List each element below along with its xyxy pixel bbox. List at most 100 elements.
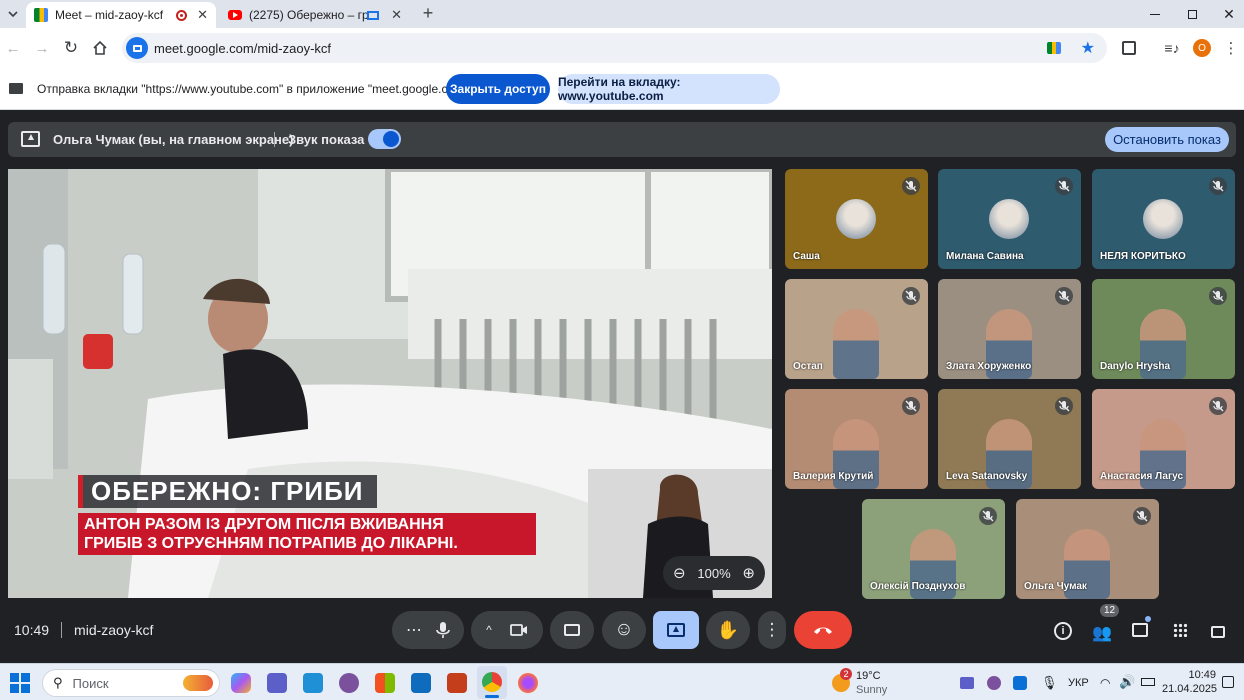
teams-icon[interactable] (267, 673, 287, 693)
notifications-icon[interactable] (1222, 676, 1234, 688)
participant-video-figure (833, 309, 879, 379)
clock-time: 10:49 (1188, 669, 1216, 681)
plus-icon: + (422, 3, 434, 23)
chrome-taskbar-button[interactable] (477, 666, 507, 699)
leave-call-button[interactable] (794, 611, 852, 649)
tray-mic-icon[interactable]: 🎙 (1041, 675, 1058, 691)
captions-button[interactable] (550, 611, 594, 649)
volume-icon[interactable]: 🔊 (1119, 674, 1135, 690)
participant-tile[interactable]: Злата Хоруженко (938, 279, 1081, 379)
camera-button[interactable]: ^ (471, 611, 543, 649)
more-mic-options-button[interactable]: ⋯ (392, 611, 464, 649)
tray-defender-icon[interactable] (1013, 676, 1027, 690)
participant-tile[interactable]: НЕЛЯ КОРИТЬКО (1092, 169, 1235, 269)
address-bar[interactable]: meet.google.com/mid-zaoy-kcf ★ (122, 33, 1107, 63)
bookmark-star-icon[interactable]: ★ (1081, 38, 1095, 58)
participant-tile[interactable]: Leva Satanovsky (938, 389, 1081, 489)
weather-temp: 19°C (856, 670, 881, 682)
taskbar-search[interactable]: ⚲ Поиск (42, 669, 220, 697)
mic-off-icon (979, 507, 997, 525)
participant-tile[interactable]: Саша (785, 169, 928, 269)
copilot-icon[interactable] (231, 673, 251, 693)
restore-icon (1187, 9, 1197, 19)
powerpoint-icon[interactable] (447, 673, 467, 693)
media-control-button[interactable]: ≡♪ (1160, 36, 1184, 60)
videocam-icon (509, 624, 527, 636)
chat-icon (1132, 623, 1148, 637)
mic-off-icon (1209, 177, 1227, 195)
more-options-button[interactable]: ⋮ (758, 611, 786, 649)
close-window-button[interactable]: ✕ (1210, 0, 1244, 28)
participant-name: Милана Савина (946, 251, 1024, 262)
goto-tab-button[interactable]: Перейти на вкладку: www.youtube.com (558, 74, 780, 104)
tab-search-button[interactable] (4, 5, 22, 23)
meet-indicator-icon[interactable] (1046, 42, 1061, 54)
meeting-details-button[interactable]: i (1052, 620, 1074, 642)
maximize-button[interactable] (1173, 0, 1211, 28)
tab-meet[interactable]: Meet – mid-zaoy-kcf ✕ (26, 2, 216, 28)
participant-avatar (1143, 199, 1183, 239)
firefox-icon[interactable] (518, 673, 538, 693)
forward-button[interactable]: → (30, 36, 54, 60)
zoom-control: ⊖ 100% ⊕ (663, 556, 765, 590)
close-access-button[interactable]: Закрыть доступ (446, 74, 550, 104)
zoom-in-icon[interactable]: ⊕ (742, 564, 755, 582)
zoom-out-icon[interactable]: ⊖ (673, 564, 686, 582)
sound-toggle[interactable] (368, 129, 401, 149)
tab-close-icon[interactable]: ✕ (197, 7, 208, 23)
stop-presenting-button[interactable]: Остановить показ (1105, 127, 1229, 152)
headline-box: ОБЕРЕЖНО: ГРИБИ (78, 475, 378, 508)
language-indicator[interactable]: УКР (1068, 677, 1089, 689)
present-to-all-icon (667, 623, 685, 637)
people-button[interactable]: 👥 12 (1090, 604, 1120, 642)
minimize-button[interactable] (1136, 0, 1174, 28)
call-end-icon (814, 627, 832, 634)
clock[interactable]: 10:49 21.04.2025 (1162, 668, 1217, 696)
activities-button[interactable] (1170, 620, 1192, 642)
weather-widget[interactable]: 2 19°C Sunny (830, 668, 920, 698)
presenter-label: Ольга Чумак (вы, на главном экране) (53, 132, 294, 147)
participant-name: Злата Хоруженко (946, 361, 1032, 372)
home-button[interactable] (88, 36, 112, 60)
battery-icon[interactable] (1141, 678, 1155, 686)
wifi-icon[interactable]: ◠ (1100, 676, 1110, 690)
reactions-button[interactable]: ☺ (602, 611, 646, 649)
tab-youtube[interactable]: (2275) Обережно – гриби: ✕ (220, 2, 410, 28)
tray-teams-icon[interactable] (960, 677, 974, 689)
participant-tile[interactable]: Олексій Позднухов (862, 499, 1005, 599)
hand-icon: ✋ (716, 619, 740, 640)
participant-name: Остап (793, 361, 823, 372)
raise-hand-button[interactable]: ✋ (706, 611, 750, 649)
tray-viber-icon[interactable] (987, 676, 1001, 690)
tab-close-icon[interactable]: ✕ (391, 7, 402, 23)
extensions-button[interactable] (1117, 36, 1141, 60)
mic-off-icon (1209, 287, 1227, 305)
profile-avatar[interactable]: O (1193, 39, 1211, 57)
reload-button[interactable]: ↻ (59, 36, 83, 60)
puzzle-icon (1122, 41, 1136, 55)
start-button[interactable] (10, 673, 30, 693)
participant-tile[interactable]: Ольга Чумак (1016, 499, 1159, 599)
back-button[interactable]: ← (1, 36, 25, 60)
participant-tile[interactable]: Анастасия Лагус (1092, 389, 1235, 489)
zoom-level: 100% (697, 565, 731, 581)
browser-menu-button[interactable]: ⋮ (1219, 36, 1243, 60)
outlook-icon[interactable] (411, 673, 431, 693)
host-controls-button[interactable] (1208, 620, 1230, 642)
more-vert-icon: ⋮ (763, 620, 781, 639)
chat-button[interactable] (1130, 616, 1152, 642)
present-button[interactable] (653, 611, 699, 649)
viber-icon[interactable] (339, 673, 359, 693)
meeting-code: mid-zaoy-kcf (74, 622, 154, 638)
store-icon[interactable] (375, 673, 395, 693)
participant-tile[interactable]: Danylo Hrysha (1092, 279, 1235, 379)
participant-tile[interactable]: Остап (785, 279, 928, 379)
participant-name: Ольга Чумак (1024, 581, 1087, 592)
new-tab-button[interactable]: + (418, 3, 438, 23)
mic-off-icon (1055, 287, 1073, 305)
participant-tile[interactable]: Милана Савина (938, 169, 1081, 269)
screen-share-icon (9, 83, 23, 94)
youtube-icon (228, 10, 242, 20)
desktop-icon[interactable] (303, 673, 323, 693)
participant-tile[interactable]: Валерия Крутий (785, 389, 928, 489)
